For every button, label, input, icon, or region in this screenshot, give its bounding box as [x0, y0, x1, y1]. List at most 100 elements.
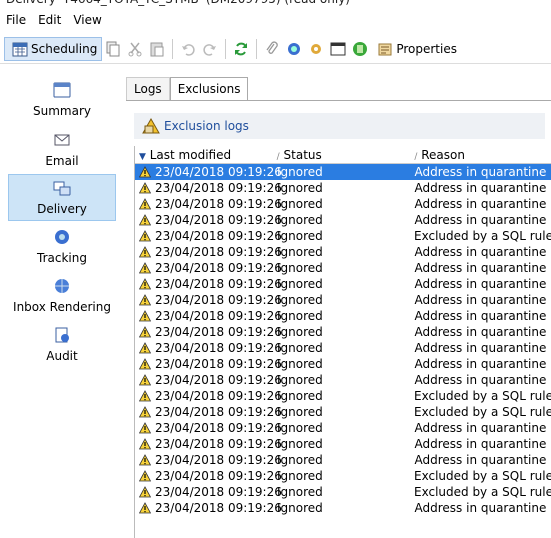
- cell-reason: Excluded by a SQL rule: [410, 405, 551, 419]
- table-row[interactable]: 23/04/2018 09:19:26IgnoredAddress in qua…: [135, 164, 551, 180]
- menu-view[interactable]: View: [67, 13, 107, 27]
- table-row[interactable]: 23/04/2018 09:19:26IgnoredAddress in qua…: [135, 244, 551, 260]
- sidebar-item-email[interactable]: Email: [8, 132, 116, 168]
- copy-icon[interactable]: [105, 41, 121, 57]
- warning-icon: [139, 342, 151, 354]
- exclusions-panel: Exclusion logs ▼ Last modified ∕ Status …: [126, 100, 551, 537]
- cell-last-modified: 23/04/2018 09:19:26: [155, 357, 282, 371]
- status-icon[interactable]: [352, 41, 368, 57]
- sidebar-item-inbox-rendering[interactable]: Inbox Rendering: [8, 278, 116, 314]
- warning-icon: [139, 198, 151, 210]
- scheduling-button[interactable]: Scheduling: [4, 37, 102, 61]
- tab-logs[interactable]: Logs: [126, 77, 170, 101]
- tab-exclusions[interactable]: Exclusions: [170, 77, 249, 101]
- table-row[interactable]: 23/04/2018 09:19:26IgnoredAddress in qua…: [135, 436, 551, 452]
- cell-status: Ignored: [273, 213, 411, 227]
- warning-icon: [139, 358, 151, 370]
- warning-icon: [139, 422, 151, 434]
- table-row[interactable]: 23/04/2018 09:19:26IgnoredAddress in qua…: [135, 420, 551, 436]
- cell-status: Ignored: [273, 421, 411, 435]
- column-reason[interactable]: ∕ Reason: [410, 148, 551, 162]
- tracking-icon[interactable]: [286, 41, 302, 57]
- cell-last-modified: 23/04/2018 09:19:26: [155, 245, 282, 259]
- warning-icon: [139, 278, 151, 290]
- table-row[interactable]: 23/04/2018 09:19:26IgnoredAddress in qua…: [135, 452, 551, 468]
- refresh-icon[interactable]: [233, 41, 249, 57]
- grid-header: ▼ Last modified ∕ Status ∕ Reason: [135, 146, 551, 164]
- sidebar-label: Summary: [8, 104, 116, 118]
- menu-edit[interactable]: Edit: [32, 13, 67, 27]
- menu-bar: File Edit View: [0, 10, 108, 30]
- table-row[interactable]: 23/04/2018 09:19:26IgnoredAddress in qua…: [135, 500, 551, 516]
- exclusion-grid: ▼ Last modified ∕ Status ∕ Reason 23/04/…: [134, 146, 551, 538]
- table-row[interactable]: 23/04/2018 09:19:26IgnoredAddress in qua…: [135, 356, 551, 372]
- scheduling-label: Scheduling: [31, 42, 97, 56]
- cell-reason: Address in quarantine: [411, 357, 551, 371]
- table-row[interactable]: 23/04/2018 09:19:26IgnoredAddress in qua…: [135, 340, 551, 356]
- table-row[interactable]: 23/04/2018 09:19:26IgnoredExcluded by a …: [135, 228, 551, 244]
- table-row[interactable]: 23/04/2018 09:19:26IgnoredAddress in qua…: [135, 260, 551, 276]
- table-row[interactable]: 23/04/2018 09:19:26IgnoredAddress in qua…: [135, 292, 551, 308]
- sidebar-item-summary[interactable]: Summary: [8, 82, 116, 120]
- cell-last-modified: 23/04/2018 09:19:26: [155, 485, 282, 499]
- cell-status: Ignored: [273, 165, 411, 179]
- table-row[interactable]: 23/04/2018 09:19:26IgnoredExcluded by a …: [135, 484, 551, 500]
- table-row[interactable]: 23/04/2018 09:19:26IgnoredAddress in qua…: [135, 196, 551, 212]
- table-row[interactable]: 23/04/2018 09:19:26IgnoredAddress in qua…: [135, 372, 551, 388]
- properties-icon: [377, 41, 393, 57]
- section-title: Exclusion logs: [164, 119, 249, 133]
- attachment-icon[interactable]: [264, 41, 280, 57]
- cell-reason: Excluded by a SQL rule: [410, 389, 551, 403]
- sidebar-item-delivery[interactable]: Delivery: [8, 174, 116, 221]
- table-row[interactable]: 23/04/2018 09:19:26IgnoredAddress in qua…: [135, 308, 551, 324]
- table-row[interactable]: 23/04/2018 09:19:26IgnoredAddress in qua…: [135, 212, 551, 228]
- audit-icon: [53, 327, 71, 343]
- properties-label: Properties: [396, 42, 457, 56]
- sidebar-label: Inbox Rendering: [8, 300, 116, 314]
- sort-desc-icon: ▼: [139, 152, 146, 162]
- sidebar-item-tracking[interactable]: Tracking: [8, 229, 116, 265]
- cell-status: Ignored: [273, 469, 410, 483]
- window-icon[interactable]: [330, 41, 346, 57]
- cell-last-modified: 23/04/2018 09:19:26: [155, 293, 282, 307]
- table-row[interactable]: 23/04/2018 09:19:26IgnoredAddress in qua…: [135, 324, 551, 340]
- cell-status: Ignored: [273, 341, 411, 355]
- cell-status: Ignored: [273, 453, 411, 467]
- cell-last-modified: 23/04/2018 09:19:26: [155, 197, 282, 211]
- cell-reason: Address in quarantine: [411, 453, 551, 467]
- cell-reason: Address in quarantine: [411, 325, 551, 339]
- cell-reason: Address in quarantine: [411, 421, 551, 435]
- cell-last-modified: 23/04/2018 09:19:26: [155, 421, 282, 435]
- cell-reason: Address in quarantine: [411, 437, 551, 451]
- column-handle-icon: ∕: [414, 152, 417, 162]
- exclusion-logs-header: Exclusion logs: [134, 113, 545, 139]
- undo-icon[interactable]: [180, 41, 196, 57]
- sidebar-item-audit[interactable]: Audit: [8, 327, 116, 363]
- properties-button[interactable]: Properties: [371, 37, 460, 61]
- column-status[interactable]: ∕ Status: [273, 148, 411, 162]
- column-last-modified[interactable]: ▼ Last modified: [135, 148, 273, 162]
- cell-last-modified: 23/04/2018 09:19:26: [155, 437, 282, 451]
- sidebar-label: Email: [8, 154, 116, 168]
- cut-icon[interactable]: [127, 41, 143, 57]
- menu-file[interactable]: File: [0, 13, 32, 27]
- paste-icon[interactable]: [149, 41, 165, 57]
- table-row[interactable]: 23/04/2018 09:19:26IgnoredExcluded by a …: [135, 404, 551, 420]
- warning-icon: [139, 246, 151, 258]
- tracking-icon: [53, 229, 71, 245]
- table-row[interactable]: 23/04/2018 09:19:26IgnoredAddress in qua…: [135, 180, 551, 196]
- sidebar-label: Tracking: [8, 251, 116, 265]
- table-row[interactable]: 23/04/2018 09:19:26IgnoredExcluded by a …: [135, 468, 551, 484]
- cell-reason: Address in quarantine: [411, 373, 551, 387]
- settings-icon[interactable]: [308, 41, 324, 57]
- cell-status: Ignored: [273, 485, 410, 499]
- cell-last-modified: 23/04/2018 09:19:26: [155, 309, 282, 323]
- warning-icon: [139, 438, 151, 450]
- cell-reason: Address in quarantine: [411, 309, 551, 323]
- table-row[interactable]: 23/04/2018 09:19:26IgnoredExcluded by a …: [135, 388, 551, 404]
- redo-icon[interactable]: [202, 41, 218, 57]
- cell-reason: Excluded by a SQL rule: [410, 469, 551, 483]
- cell-last-modified: 23/04/2018 09:19:26: [155, 469, 282, 483]
- table-row[interactable]: 23/04/2018 09:19:26IgnoredAddress in qua…: [135, 276, 551, 292]
- warning-icon: [139, 502, 151, 514]
